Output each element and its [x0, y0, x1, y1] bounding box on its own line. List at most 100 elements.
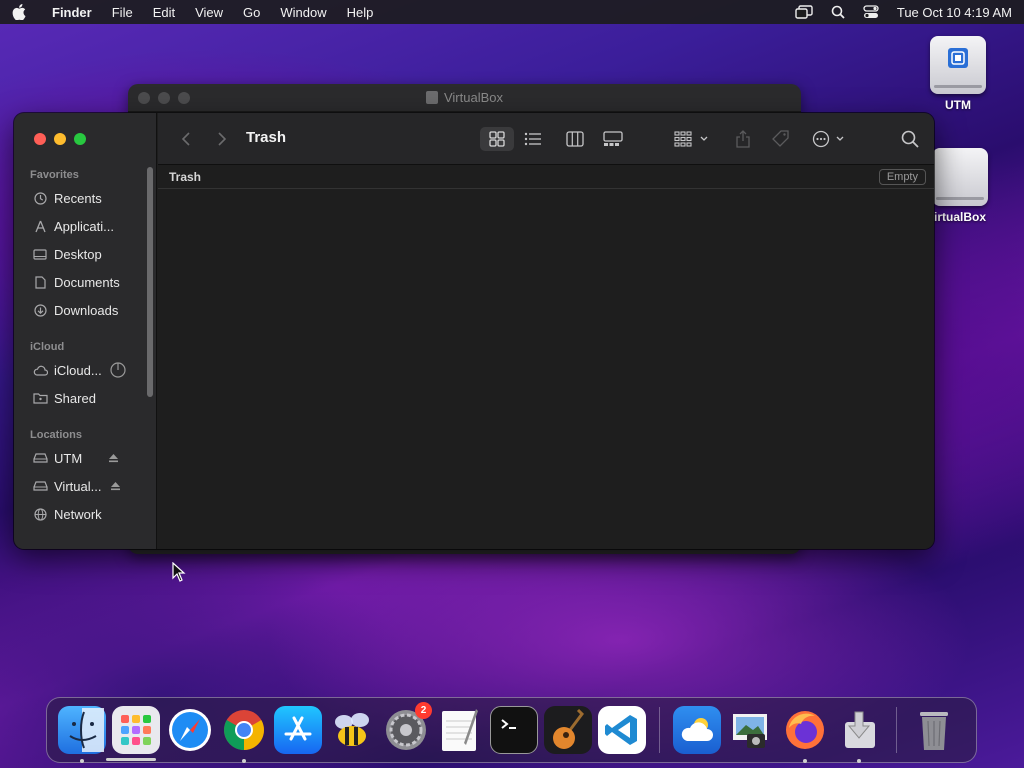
drive-icon: [32, 479, 48, 493]
tag-icon[interactable]: [770, 127, 792, 151]
more-actions-button[interactable]: [810, 127, 850, 151]
dock-guitar-icon[interactable]: [544, 706, 592, 754]
finder-toolbar: Trash: [158, 113, 934, 165]
dock-firefox-icon[interactable]: [781, 706, 829, 763]
dock-bee-icon[interactable]: [328, 706, 376, 754]
sidebar-item-icloud-drive[interactable]: iCloud...: [32, 360, 142, 380]
sidebar-item-label: Downloads: [54, 302, 119, 318]
sidebar-item-virtualbox[interactable]: Virtual...: [32, 476, 142, 496]
file-area[interactable]: [158, 189, 934, 549]
menu-finder[interactable]: Finder: [52, 5, 92, 20]
menu-go[interactable]: Go: [243, 5, 260, 20]
applications-icon: [32, 219, 48, 233]
sidebar-item-downloads[interactable]: Downloads: [32, 300, 142, 320]
menu-window[interactable]: Window: [280, 5, 326, 20]
menu-bar: Finder File Edit View Go Window Help Tue…: [0, 0, 1024, 24]
sidebar-item-label: iCloud...: [54, 362, 102, 378]
control-center-icon[interactable]: [863, 5, 879, 19]
desktop-icon-label: irtualBox: [933, 210, 986, 224]
screen-mirroring-icon[interactable]: [795, 5, 813, 19]
menubar-clock[interactable]: Tue Oct 10 4:19 AM: [897, 5, 1012, 20]
download-icon: [32, 303, 48, 317]
menu-edit[interactable]: Edit: [153, 5, 175, 20]
sidebar-item-applications[interactable]: Applicati...: [32, 216, 142, 236]
minimize-button[interactable]: [158, 92, 170, 104]
sidebar-item-recents[interactable]: Recents: [32, 188, 142, 208]
dock-preview-icon[interactable]: [727, 706, 775, 754]
gallery-view-button[interactable]: [600, 127, 626, 151]
external-drive-icon: [932, 148, 988, 206]
dock-launchpad-icon[interactable]: [112, 706, 160, 754]
running-indicator: [803, 759, 807, 763]
sidebar-item-utm[interactable]: UTM: [32, 448, 142, 468]
desktop-icon: [32, 247, 48, 261]
eject-icon[interactable]: [108, 453, 119, 463]
close-button[interactable]: [34, 133, 46, 145]
minimize-button[interactable]: [54, 133, 66, 145]
dock-installer-icon[interactable]: [835, 706, 883, 763]
column-view-button[interactable]: [562, 127, 588, 151]
menu-view[interactable]: View: [195, 5, 223, 20]
sidebar-item-label: Desktop: [54, 246, 102, 262]
apple-menu-icon[interactable]: [12, 4, 40, 20]
finder-window[interactable]: Favorites Recents Applicati... Desktop D…: [14, 113, 934, 549]
group-by-button[interactable]: [672, 127, 712, 151]
share-icon[interactable]: [732, 127, 754, 151]
zoom-button[interactable]: [74, 133, 86, 145]
running-indicator: [857, 759, 861, 763]
sync-progress-icon: [110, 362, 126, 378]
sidebar-item-label: UTM: [54, 450, 83, 466]
back-button[interactable]: [178, 127, 194, 151]
window-controls: [34, 133, 86, 145]
virtualbox-titlebar[interactable]: VirtualBox: [128, 84, 801, 112]
sidebar-header-locations: Locations: [30, 429, 82, 441]
dock: 2: [46, 697, 977, 763]
dock-app-store-icon[interactable]: [274, 706, 322, 754]
window-title: Trash: [246, 129, 287, 146]
dock-chrome-icon[interactable]: [220, 706, 268, 763]
list-view-button[interactable]: [520, 127, 546, 151]
sidebar-item-network[interactable]: Network: [32, 504, 142, 524]
search-icon[interactable]: [898, 127, 922, 151]
sidebar-item-documents[interactable]: Documents: [32, 272, 142, 292]
forward-button[interactable]: [214, 127, 230, 151]
document-icon: [32, 275, 48, 289]
sidebar-item-label: Documents: [54, 274, 120, 290]
menu-help[interactable]: Help: [347, 5, 374, 20]
status-area: Tue Oct 10 4:19 AM: [795, 5, 1012, 20]
shared-folder-icon: [32, 391, 48, 405]
zoom-button[interactable]: [178, 92, 190, 104]
cloud-icon: [32, 363, 48, 377]
empty-trash-button[interactable]: Empty: [878, 169, 926, 185]
dock-settings-gear-icon[interactable]: 2: [382, 702, 432, 754]
window-controls: [138, 92, 190, 104]
dock-finder-icon[interactable]: [58, 706, 106, 763]
sidebar-item-label: Virtual...: [54, 478, 102, 494]
sidebar-item-label: Shared: [54, 390, 96, 406]
sidebar-item-desktop[interactable]: Desktop: [32, 244, 142, 264]
menu-file[interactable]: File: [112, 5, 133, 20]
icon-view-button[interactable]: [480, 127, 514, 151]
launchpad-running-indicator: [106, 758, 156, 761]
notification-badge: 2: [415, 702, 432, 719]
dock-weather-icon[interactable]: [673, 706, 721, 754]
dock-textedit-icon[interactable]: [436, 706, 484, 754]
dock-vscode-icon[interactable]: [598, 706, 646, 754]
dock-safari-icon[interactable]: [166, 706, 214, 754]
close-button[interactable]: [138, 92, 150, 104]
sidebar-item-label: Network: [54, 506, 102, 522]
sidebar-scrollbar[interactable]: [147, 167, 153, 397]
running-indicator: [80, 759, 84, 763]
dock-trash-icon[interactable]: [910, 706, 958, 754]
eject-icon[interactable]: [110, 481, 121, 491]
window-title: VirtualBox: [425, 90, 503, 105]
search-icon[interactable]: [831, 5, 845, 19]
dock-terminal-icon[interactable]: [490, 706, 538, 754]
mouse-cursor-icon: [172, 561, 186, 587]
sidebar-item-shared[interactable]: Shared: [32, 388, 142, 408]
trash-header-bar: Trash Empty: [158, 165, 934, 189]
desktop-icon-utm[interactable]: UTM: [918, 36, 998, 112]
sidebar-item-label: Applicati...: [54, 218, 114, 234]
dock-separator: [659, 707, 660, 753]
sidebar-header-favorites: Favorites: [30, 169, 79, 181]
